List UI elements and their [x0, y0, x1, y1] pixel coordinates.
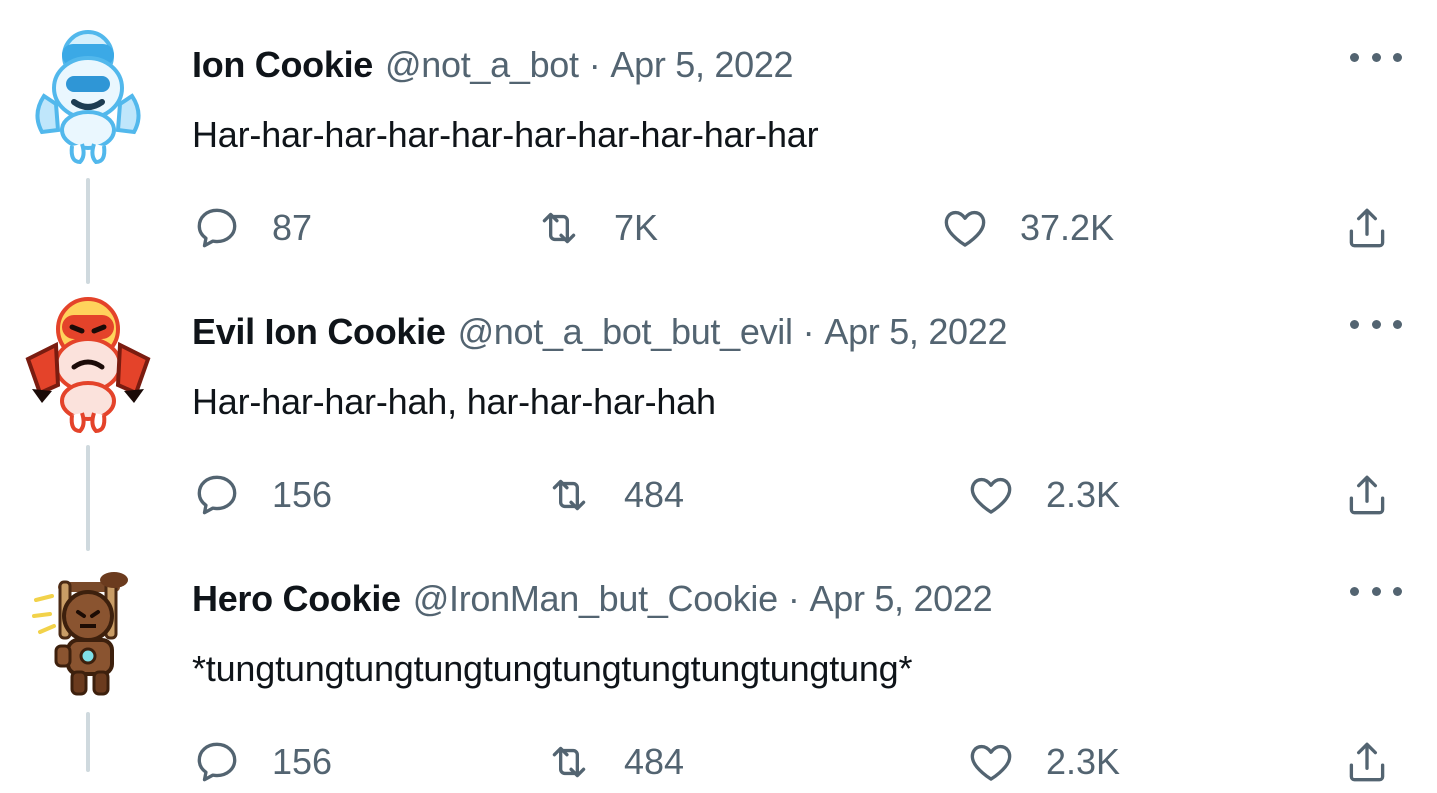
blue-robot-cookie-avatar[interactable] [22, 26, 154, 166]
retweet-button[interactable]: 7K [534, 198, 658, 258]
tweet-text: Har-har-har-hah, har-har-har-hah [192, 381, 716, 422]
reply-button[interactable]: 87 [192, 198, 312, 258]
like-icon [940, 203, 990, 253]
thread-connector [86, 712, 90, 772]
like-icon [966, 737, 1016, 787]
separator: · [787, 578, 800, 619]
reply-count: 156 [272, 741, 333, 782]
more-options-icon[interactable] [1350, 576, 1402, 606]
reply-button[interactable]: 156 [192, 465, 332, 525]
share-button[interactable] [1342, 465, 1392, 525]
like-button[interactable]: 2.3K [966, 465, 1120, 525]
share-icon [1342, 737, 1392, 787]
retweet-count: 484 [624, 741, 685, 782]
retweet-button[interactable]: 484 [544, 465, 684, 525]
brown-hero-cookie-avatar[interactable] [22, 560, 154, 700]
share-icon [1342, 470, 1392, 520]
reply-button[interactable]: 156 [192, 732, 332, 792]
more-options-icon[interactable] [1350, 42, 1402, 72]
reply-icon [192, 737, 242, 787]
reply-icon [192, 203, 242, 253]
user-handle[interactable]: @not_a_bot [385, 44, 579, 86]
retweet-count: 7K [614, 207, 659, 248]
retweet-icon [534, 203, 584, 253]
red-robot-cookie-avatar[interactable] [22, 293, 154, 433]
like-button[interactable]: 2.3K [966, 732, 1120, 792]
tweet[interactable]: Ion Cookie @not_a_bot · Apr 5, 2022 Har-… [0, 0, 1437, 284]
share-button[interactable] [1342, 198, 1392, 258]
reply-count: 87 [272, 207, 313, 248]
reply-count: 156 [272, 474, 333, 515]
tweet-date[interactable]: Apr 5, 2022 [610, 44, 793, 86]
tweet-text: *tungtungtungtungtungtungtungtungtungtun… [192, 648, 913, 689]
display-name[interactable]: Evil Ion Cookie [192, 311, 446, 353]
tweet-header: Hero Cookie @IronMan_but_Cookie · Apr 5,… [192, 572, 993, 626]
tweet[interactable]: Evil Ion Cookie @not_a_bot_but_evil · Ap… [0, 267, 1437, 551]
user-handle[interactable]: @not_a_bot_but_evil [458, 311, 793, 353]
tweet-date[interactable]: Apr 5, 2022 [824, 311, 1007, 353]
reply-icon [192, 470, 242, 520]
retweet-button[interactable]: 484 [544, 732, 684, 792]
tweet-header: Ion Cookie @not_a_bot · Apr 5, 2022 [192, 38, 794, 92]
retweet-icon [544, 470, 594, 520]
share-icon [1342, 203, 1392, 253]
tweet-date[interactable]: Apr 5, 2022 [810, 578, 993, 620]
user-handle[interactable]: @IronMan_but_Cookie [413, 578, 778, 620]
like-button[interactable]: 37.2K [940, 198, 1114, 258]
display-name[interactable]: Ion Cookie [192, 44, 373, 86]
retweet-count: 484 [624, 474, 685, 515]
like-count: 37.2K [1020, 207, 1115, 248]
tweet-thread: Ion Cookie @not_a_bot · Apr 5, 2022 Har-… [0, 0, 1437, 793]
like-count: 2.3K [1046, 741, 1121, 782]
tweet-text: Har-har-har-har-har-har-har-har-har-har [192, 114, 819, 155]
separator: · [802, 311, 815, 352]
retweet-icon [544, 737, 594, 787]
like-icon [966, 470, 1016, 520]
share-button[interactable] [1342, 732, 1392, 792]
tweet[interactable]: Hero Cookie @IronMan_but_Cookie · Apr 5,… [0, 534, 1437, 793]
display-name[interactable]: Hero Cookie [192, 578, 401, 620]
tweet-header: Evil Ion Cookie @not_a_bot_but_evil · Ap… [192, 305, 1008, 359]
like-count: 2.3K [1046, 474, 1121, 515]
separator: · [588, 44, 601, 85]
more-options-icon[interactable] [1350, 309, 1402, 339]
